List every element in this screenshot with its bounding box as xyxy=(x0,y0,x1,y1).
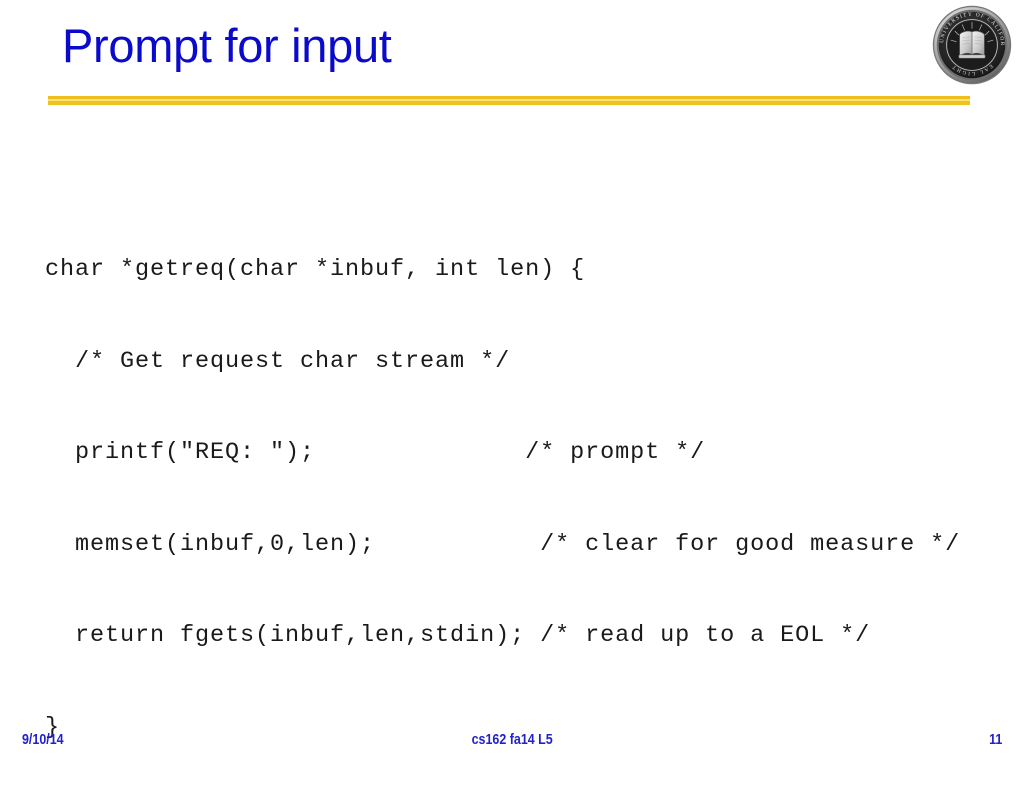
code-line: memset(inbuf,0,len); /* clear for good m… xyxy=(45,530,961,558)
title-divider-rule xyxy=(48,96,970,105)
uc-berkeley-seal-icon: THE UNIVERSITY OF CALIFORNIA EAL LIGHT xyxy=(928,4,1016,86)
code-listing: char *getreq(char *inbuf, int len) { /* … xyxy=(45,194,960,804)
slide-canvas: Prompt for input UNIVERSITY OF CALIFOR E… xyxy=(0,0,1024,768)
code-line: /* Get request char stream */ xyxy=(45,347,511,375)
code-line: char *getreq(char *inbuf, int len) { xyxy=(45,256,586,283)
code-line: printf("REQ: "); /* prompt */ xyxy=(45,439,706,466)
footer-course-wrapper: cs162 fa14 L5 xyxy=(0,732,1024,748)
slide-footer: 9/10/14 cs162 fa14 L5 11 xyxy=(0,730,1024,756)
footer-course-label: cs162 fa14 L5 xyxy=(471,732,553,748)
page-title: Prompt for input xyxy=(62,19,392,72)
code-line: return fgets(inbuf,len,stdin); /* read u… xyxy=(45,622,871,649)
footer-page-number: 11 xyxy=(988,732,1002,748)
title-divider-bottom-stripe xyxy=(48,101,970,105)
